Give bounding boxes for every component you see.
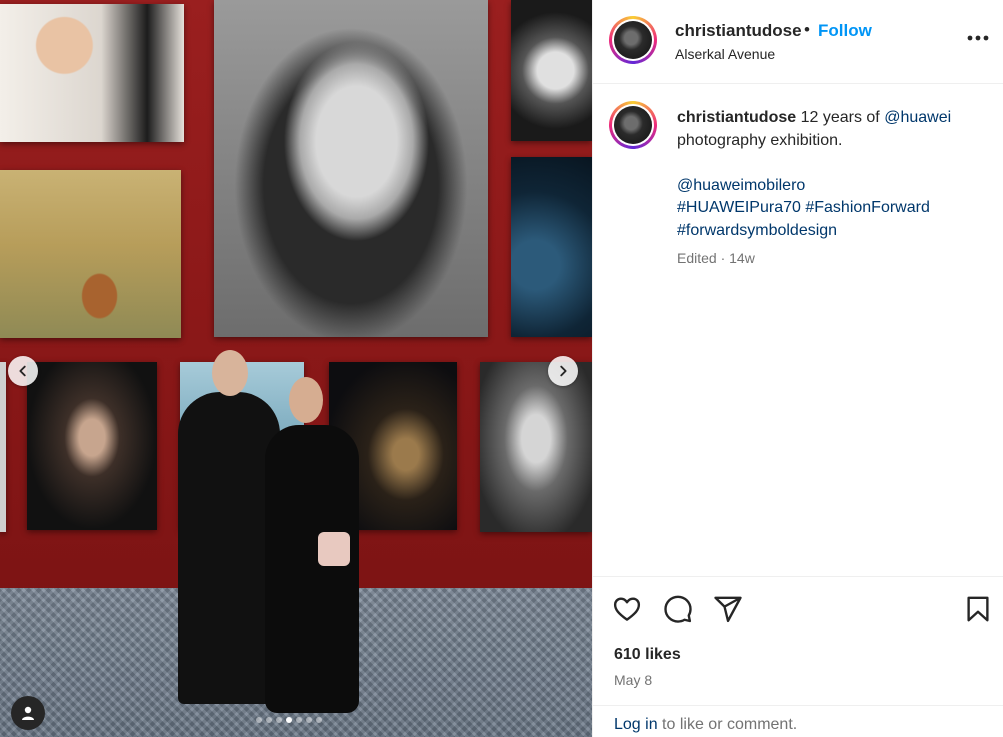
photo-frame-dark-portrait — [27, 362, 157, 530]
save-button[interactable] — [963, 594, 993, 624]
mention-link[interactable]: @huawei — [884, 109, 951, 126]
avatar-image — [614, 21, 652, 59]
author-username[interactable]: christiantudose — [675, 21, 802, 41]
hashtag-link[interactable]: #FashionForward — [805, 199, 930, 216]
login-prompt: Log in to like or comment. — [614, 716, 797, 734]
carousel-dot — [276, 717, 282, 723]
more-options-button[interactable] — [963, 26, 993, 50]
hashtag-link[interactable]: #forwardsymboldesign — [677, 222, 837, 239]
bookmark-icon — [967, 596, 989, 622]
carousel-dot — [256, 717, 262, 723]
photo-frame-hands — [511, 0, 592, 141]
caption-username[interactable]: christiantudose — [677, 109, 796, 126]
carousel-dot — [296, 717, 302, 723]
heart-icon — [613, 597, 641, 621]
follow-button[interactable]: Follow — [818, 21, 872, 41]
handbag — [318, 532, 350, 566]
more-horizontal-icon — [967, 35, 989, 41]
share-icon — [714, 596, 742, 623]
login-prompt-text: to like or comment. — [662, 716, 798, 733]
avatar-border — [612, 104, 654, 146]
post-location[interactable]: Alserkal Avenue — [675, 46, 775, 62]
photo-frame-blue-light — [511, 157, 592, 337]
login-link[interactable]: Log in — [614, 716, 658, 733]
chevron-left-icon — [19, 365, 26, 377]
post-date[interactable]: May 8 — [614, 672, 652, 688]
post-media — [0, 0, 592, 737]
carousel-prev-button[interactable] — [8, 356, 38, 386]
carousel-dot — [316, 717, 322, 723]
post-side-panel: christiantudose • Follow Alserkal Avenue… — [592, 0, 1003, 737]
caption-author-avatar[interactable] — [609, 101, 657, 149]
caption-meta: Edited · 14w — [677, 250, 755, 266]
avatar-image — [614, 106, 652, 144]
post-header: christiantudose • Follow Alserkal Avenue — [593, 0, 1003, 84]
chevron-right-icon — [560, 365, 567, 377]
like-button[interactable] — [612, 594, 642, 624]
avatar-border — [612, 19, 654, 61]
divider — [593, 705, 1003, 706]
header-separator: • — [804, 20, 810, 39]
photo-frame-edge — [0, 362, 6, 532]
photo-frame-hay-field — [0, 170, 181, 338]
post-caption: christiantudose 12 years of @huawei phot… — [593, 84, 1003, 574]
mention-link[interactable]: @huaweimobilero — [677, 177, 805, 194]
caption-text: christiantudose 12 years of @huawei phot… — [677, 107, 987, 242]
hashtag-link[interactable]: #HUAWEIPura70 — [677, 199, 801, 216]
photo-frame-woman-flowers — [0, 4, 184, 142]
woman-head — [289, 377, 323, 423]
man-head — [212, 350, 248, 396]
photo-frame-smiling-portrait — [214, 0, 488, 337]
carousel-dot-active — [286, 717, 292, 723]
divider — [593, 576, 1003, 577]
carousel-next-button[interactable] — [548, 356, 578, 386]
woman-figure — [265, 425, 359, 713]
carousel-dot — [266, 717, 272, 723]
comment-button[interactable] — [663, 594, 693, 624]
carousel-dot — [306, 717, 312, 723]
comment-icon — [664, 595, 692, 623]
user-tag-icon — [22, 706, 34, 720]
caption-body-2: photography exhibition. — [677, 131, 843, 149]
caption-body-1: 12 years of — [800, 109, 880, 126]
photo-frame-face-closeup — [480, 362, 592, 532]
likes-count[interactable]: 610 likes — [614, 646, 681, 664]
share-button[interactable] — [713, 594, 743, 624]
tagged-users-button[interactable] — [11, 696, 45, 730]
author-avatar[interactable] — [609, 16, 657, 64]
carousel-indicator — [256, 717, 322, 723]
